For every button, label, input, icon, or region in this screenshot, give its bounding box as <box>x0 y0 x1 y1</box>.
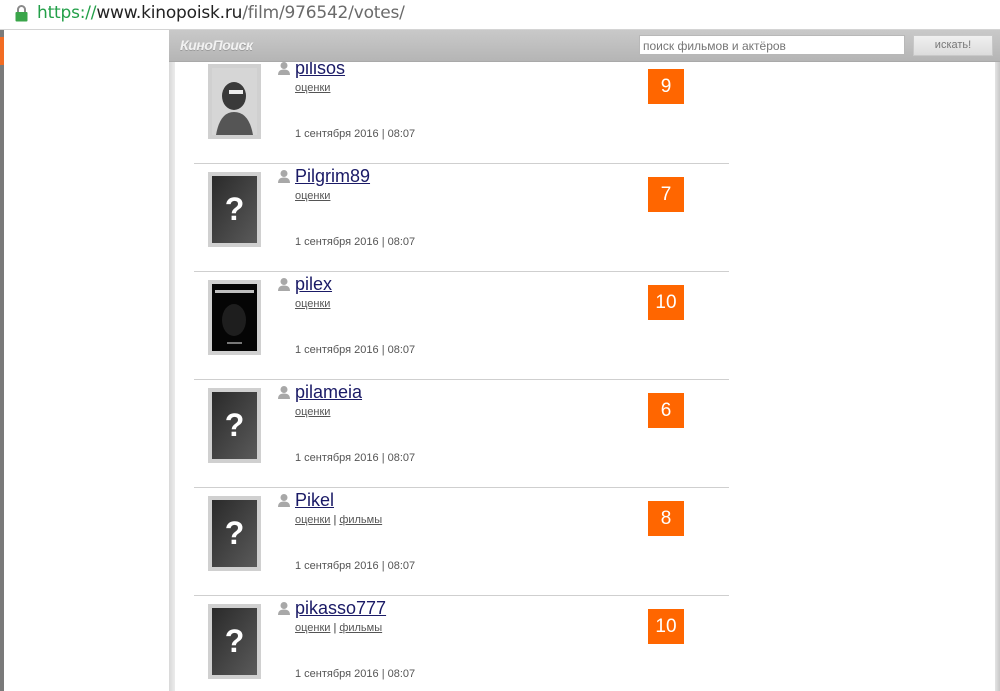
user-avatar[interactable] <box>208 64 261 139</box>
vote-date: 1 сентября 2016 | 08:07 <box>295 344 416 356</box>
user-avatar[interactable]: ? <box>208 604 261 679</box>
search-input[interactable] <box>639 35 905 55</box>
user-avatar[interactable]: ? <box>208 496 261 571</box>
vote-date: 1 сентября 2016 | 08:07 <box>295 452 416 464</box>
films-link[interactable]: фильмы <box>339 622 382 634</box>
avatar-placeholder-icon: ? <box>212 176 257 243</box>
username-link[interactable]: pilameia <box>295 382 362 402</box>
site-header: КиноПоиск искать! <box>169 30 1000 62</box>
rating-badge: 9 <box>648 69 684 104</box>
username-link[interactable]: pikasso777 <box>295 598 386 618</box>
vote-row: ? pilameia оценки 1 сентября 2016 | 08:07 6 <box>194 380 729 488</box>
user-avatar[interactable]: ? <box>208 388 261 463</box>
user-links: оценки <box>295 298 330 310</box>
votes-list: pilisos оценки 1 сентября 2016 | 08:07 9? Pi… <box>175 62 995 691</box>
username-link[interactable]: Pilgrim89 <box>295 166 370 186</box>
frame-shadow-right <box>995 30 1000 691</box>
ratings-link[interactable]: оценки <box>295 190 330 202</box>
avatar-placeholder-icon: ? <box>212 392 257 459</box>
link-separator: | <box>333 622 337 634</box>
user-avatar[interactable] <box>208 280 261 355</box>
vote-row: pilex оценки 1 сентября 2016 | 08:07 10 <box>194 272 729 380</box>
avatar-poster <box>212 284 257 351</box>
rating-badge: 10 <box>648 609 684 644</box>
vote-date: 1 сентября 2016 | 08:07 <box>295 668 416 680</box>
url-scheme: https:// <box>37 3 97 23</box>
link-separator: | <box>333 514 337 526</box>
vote-date: 1 сентября 2016 | 08:07 <box>295 560 416 572</box>
lock-icon <box>15 5 28 22</box>
vote-row: pilisos оценки 1 сентября 2016 | 08:07 9 <box>194 62 729 164</box>
user-icon <box>278 62 290 75</box>
vote-row: ? pikasso777 оценки | фильмы 1 сентября 2016 … <box>194 596 729 691</box>
user-links: оценки <box>295 190 330 202</box>
url-text[interactable]: https://www.kinopoisk.ru/film/976542/vot… <box>37 3 405 23</box>
rating-badge: 6 <box>648 393 684 428</box>
vote-date: 1 сентября 2016 | 08:07 <box>295 236 416 248</box>
user-avatar[interactable]: ? <box>208 172 261 247</box>
avatar-placeholder-icon: ? <box>212 608 257 675</box>
user-icon <box>278 386 290 399</box>
ratings-link[interactable]: оценки <box>295 622 330 634</box>
user-links: оценки | фильмы <box>295 514 382 526</box>
user-links: оценки <box>295 406 330 418</box>
ratings-link[interactable]: оценки <box>295 82 330 94</box>
ratings-link[interactable]: оценки <box>295 298 330 310</box>
url-path: /film/976542/votes/ <box>242 3 405 23</box>
username-link[interactable]: Pikel <box>295 490 334 510</box>
ratings-link[interactable]: оценки <box>295 406 330 418</box>
vote-date: 1 сентября 2016 | 08:07 <box>295 128 416 140</box>
user-icon <box>278 494 290 507</box>
rating-badge: 7 <box>648 177 684 212</box>
rating-badge: 8 <box>648 501 684 536</box>
user-icon <box>278 170 290 183</box>
user-icon <box>278 278 290 291</box>
vote-row: ? Pikel оценки | фильмы 1 сентября 2016 | 08:… <box>194 488 729 596</box>
username-link[interactable]: pilex <box>295 274 332 294</box>
left-gutter-marker <box>0 37 4 65</box>
films-link[interactable]: фильмы <box>339 514 382 526</box>
avatar-placeholder-icon: ? <box>212 500 257 567</box>
vote-row: ? Pilgrim89 оценки 1 сентября 2016 | 08:07 7 <box>194 164 729 272</box>
address-bar[interactable]: https://www.kinopoisk.ru/film/976542/vot… <box>0 0 1000 30</box>
search-button[interactable]: искать! <box>913 35 993 56</box>
left-gutter <box>0 30 4 691</box>
user-links: оценки | фильмы <box>295 622 382 634</box>
user-icon <box>278 602 290 615</box>
ratings-link[interactable]: оценки <box>295 514 330 526</box>
avatar-photo <box>212 68 257 135</box>
user-links: оценки <box>295 82 330 94</box>
username-link[interactable]: pilisos <box>295 62 345 78</box>
site-logo[interactable]: КиноПоиск <box>180 37 253 53</box>
rating-badge: 10 <box>648 285 684 320</box>
url-host: www.kinopoisk.ru <box>96 3 243 23</box>
